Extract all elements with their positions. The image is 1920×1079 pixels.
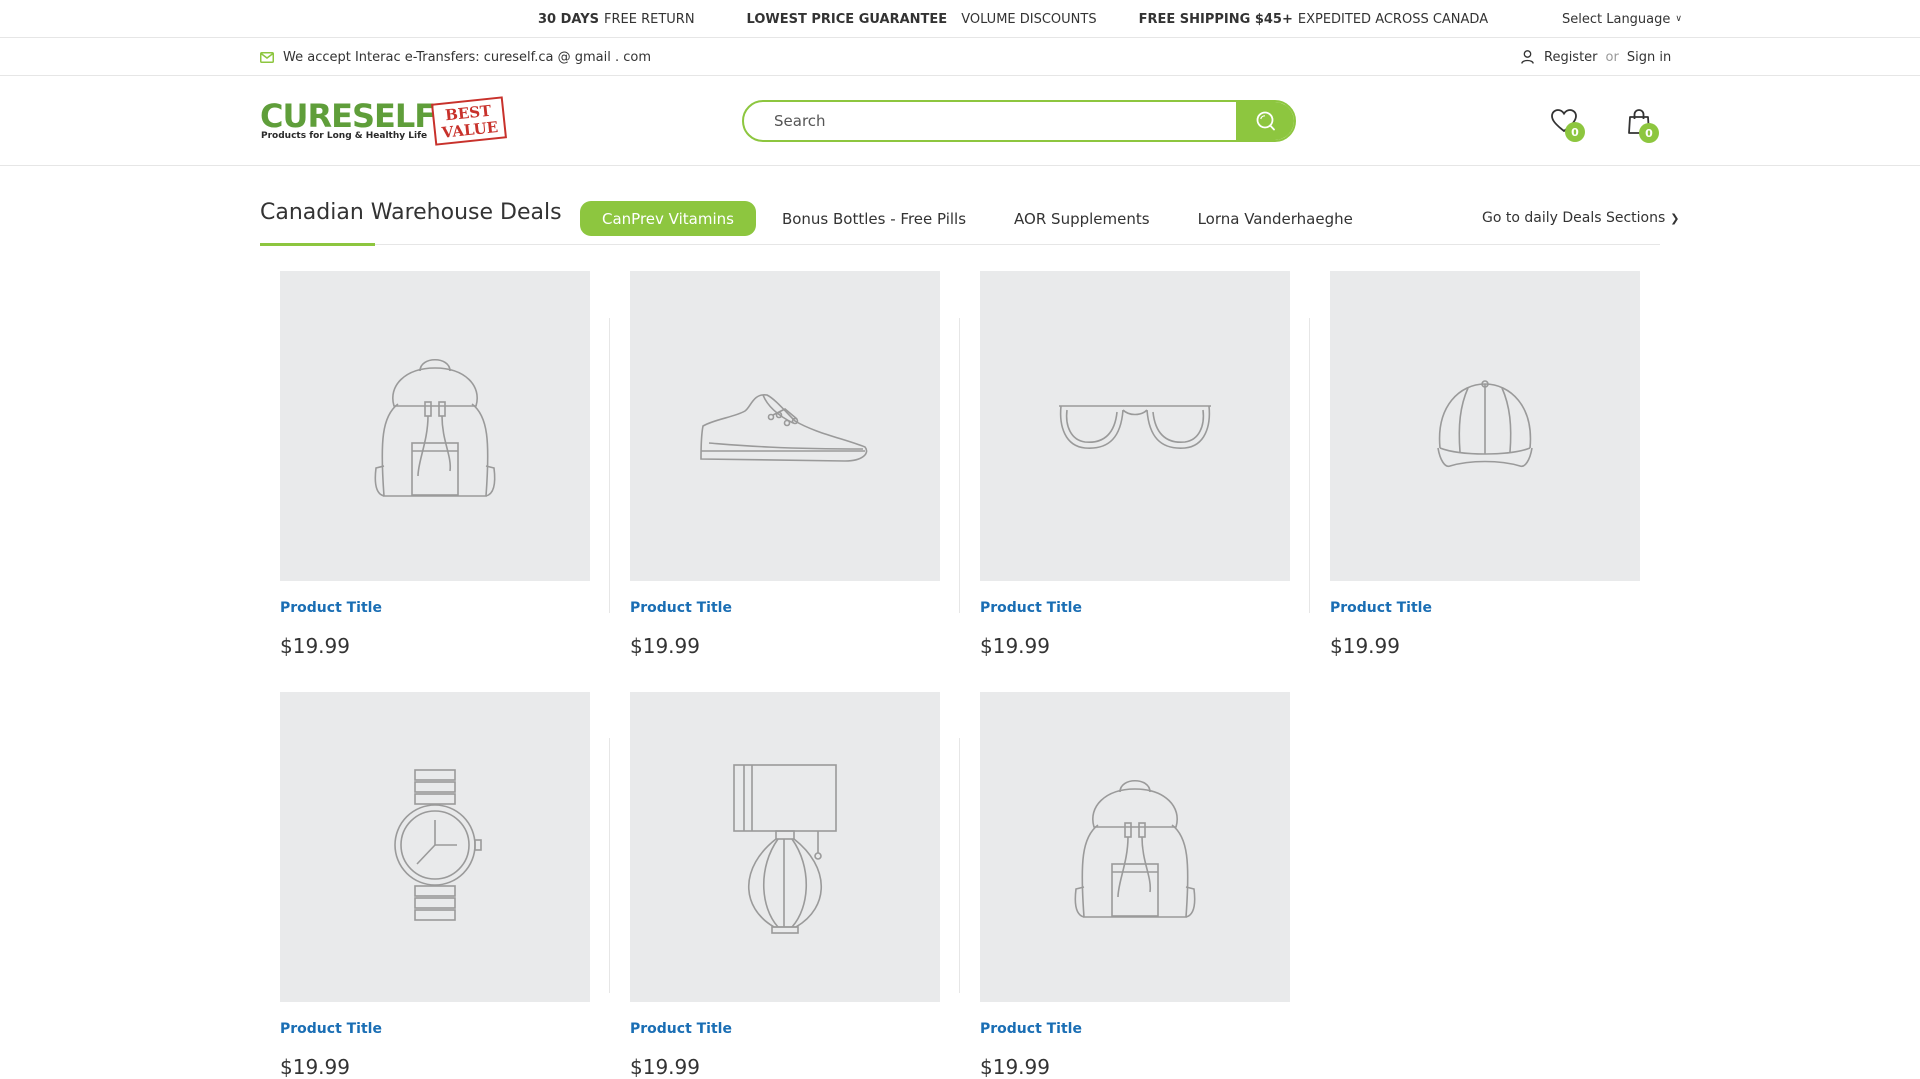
watch-icon xyxy=(394,769,482,921)
title-underline xyxy=(260,243,375,246)
search-button[interactable] xyxy=(1236,102,1294,140)
cart-count-badge: 0 xyxy=(1639,123,1659,143)
product-card[interactable]: Product Title $19.99 xyxy=(630,692,940,1079)
signin-link[interactable]: Sign in xyxy=(1627,50,1671,65)
promo-free-return: 30 DAYS FREE RETURN xyxy=(538,12,695,27)
daily-deals-label: Go to daily Deals Sections xyxy=(1482,210,1666,226)
info-bar: We accept Interac e-Transfers: cureself.… xyxy=(0,38,1920,76)
sneaker-icon xyxy=(700,394,868,462)
promo-list: 30 DAYS FREE RETURN LOWEST PRICE GUARANT… xyxy=(538,0,1488,38)
chevron-down-icon: ∨ xyxy=(1675,14,1682,24)
product-card[interactable]: Product Title $19.99 xyxy=(280,692,590,1079)
promo-bold: 30 DAYS xyxy=(538,11,600,27)
daily-deals-link[interactable]: Go to daily Deals Sections ❯ xyxy=(1482,210,1679,226)
product-image[interactable] xyxy=(980,271,1290,581)
column-divider xyxy=(1309,318,1310,613)
product-title[interactable]: Product Title xyxy=(980,600,1290,616)
product-image[interactable] xyxy=(280,692,590,1002)
column-divider xyxy=(609,738,610,993)
product-price: $19.99 xyxy=(280,1055,350,1079)
site-header: CURESELF Products for Long & Healthy Lif… xyxy=(0,76,1920,166)
backpack-icon xyxy=(374,358,496,497)
deals-tabs: CanPrev Vitamins Bonus Bottles - Free Pi… xyxy=(580,201,1379,236)
chevron-right-icon: ❯ xyxy=(1670,212,1680,225)
search-icon xyxy=(1256,111,1275,131)
or-separator: or xyxy=(1605,49,1619,65)
interac-text: We accept Interac e-Transfers: cureself.… xyxy=(283,49,652,65)
user-icon xyxy=(1521,50,1534,64)
product-price: $19.99 xyxy=(980,634,1050,658)
wishlist-button[interactable]: 0 xyxy=(1550,108,1585,142)
tab-aor-supplements[interactable]: AOR Supplements xyxy=(992,201,1172,236)
product-title[interactable]: Product Title xyxy=(630,600,940,616)
product-price: $19.99 xyxy=(1330,634,1400,658)
tab-canprev-vitamins[interactable]: CanPrev Vitamins xyxy=(580,201,756,236)
cart-button[interactable]: 0 xyxy=(1627,108,1659,143)
wishlist-count-badge: 0 xyxy=(1565,122,1585,142)
tab-bonus-bottles[interactable]: Bonus Bottles - Free Pills xyxy=(760,201,988,236)
register-link[interactable]: Register xyxy=(1544,50,1598,65)
best-value-badge: BEST VALUE xyxy=(431,96,507,146)
product-title[interactable]: Product Title xyxy=(980,1021,1290,1037)
product-card[interactable]: Product Title $19.99 xyxy=(280,271,590,658)
site-logo[interactable]: CURESELF Products for Long & Healthy Lif… xyxy=(260,96,507,147)
product-title[interactable]: Product Title xyxy=(630,1021,940,1037)
language-select[interactable]: Select Language ∨ xyxy=(1562,0,1682,38)
product-image[interactable] xyxy=(280,271,590,581)
promo-bold: FREE SHIPPING $45+ xyxy=(1138,11,1293,27)
search-bar xyxy=(742,100,1296,142)
promo-text: EXPEDITED ACROSS CANADA xyxy=(1297,11,1489,27)
top-promo-bar: 30 DAYS FREE RETURN LOWEST PRICE GUARANT… xyxy=(0,0,1920,38)
logo-wordmark: CURESELF xyxy=(260,97,436,135)
product-price: $19.99 xyxy=(630,1055,700,1079)
product-card[interactable]: Product Title $19.99 xyxy=(630,271,940,658)
product-card[interactable]: Product Title $19.99 xyxy=(1330,271,1640,658)
product-title[interactable]: Product Title xyxy=(280,1021,590,1037)
product-card[interactable]: Product Title $19.99 xyxy=(980,271,1290,658)
language-label: Select Language xyxy=(1562,11,1671,27)
section-title: Canadian Warehouse Deals xyxy=(260,200,562,225)
column-divider xyxy=(959,318,960,613)
product-price: $19.99 xyxy=(980,1055,1050,1079)
deals-section-header: Canadian Warehouse Deals CanPrev Vitamin… xyxy=(260,198,1679,246)
sunglasses-icon xyxy=(1059,405,1211,449)
backpack-icon xyxy=(1074,779,1196,918)
column-divider xyxy=(959,738,960,993)
product-title[interactable]: Product Title xyxy=(1330,600,1640,616)
account-links: Register or Sign in xyxy=(1521,38,1671,76)
mail-icon xyxy=(260,51,274,63)
promo-text: VOLUME DISCOUNTS xyxy=(961,11,1097,27)
product-price: $19.99 xyxy=(280,634,350,658)
product-image[interactable] xyxy=(1330,271,1640,581)
promo-price-guarantee: LOWEST PRICE GUARANTEE VOLUME DISCOUNTS xyxy=(747,12,1097,27)
product-image[interactable] xyxy=(980,692,1290,1002)
lamp-icon xyxy=(733,764,837,934)
product-price: $19.99 xyxy=(630,634,700,658)
product-image[interactable] xyxy=(630,271,940,581)
logo-tagline: Products for Long & Healthy Life xyxy=(261,131,428,141)
column-divider xyxy=(609,318,610,613)
promo-bold: LOWEST PRICE GUARANTEE xyxy=(746,11,948,27)
product-card[interactable]: Product Title $19.99 xyxy=(980,692,1290,1079)
promo-free-shipping: FREE SHIPPING $45+ EXPEDITED ACROSS CANA… xyxy=(1139,12,1489,27)
search-input[interactable] xyxy=(744,102,1236,140)
product-image[interactable] xyxy=(630,692,940,1002)
cap-icon xyxy=(1437,380,1533,468)
tab-lorna-vanderhaeghe[interactable]: Lorna Vanderhaeghe xyxy=(1176,201,1375,236)
promo-text: FREE RETURN xyxy=(604,11,695,27)
interac-notice: We accept Interac e-Transfers: cureself.… xyxy=(260,38,651,76)
product-title[interactable]: Product Title xyxy=(280,600,590,616)
